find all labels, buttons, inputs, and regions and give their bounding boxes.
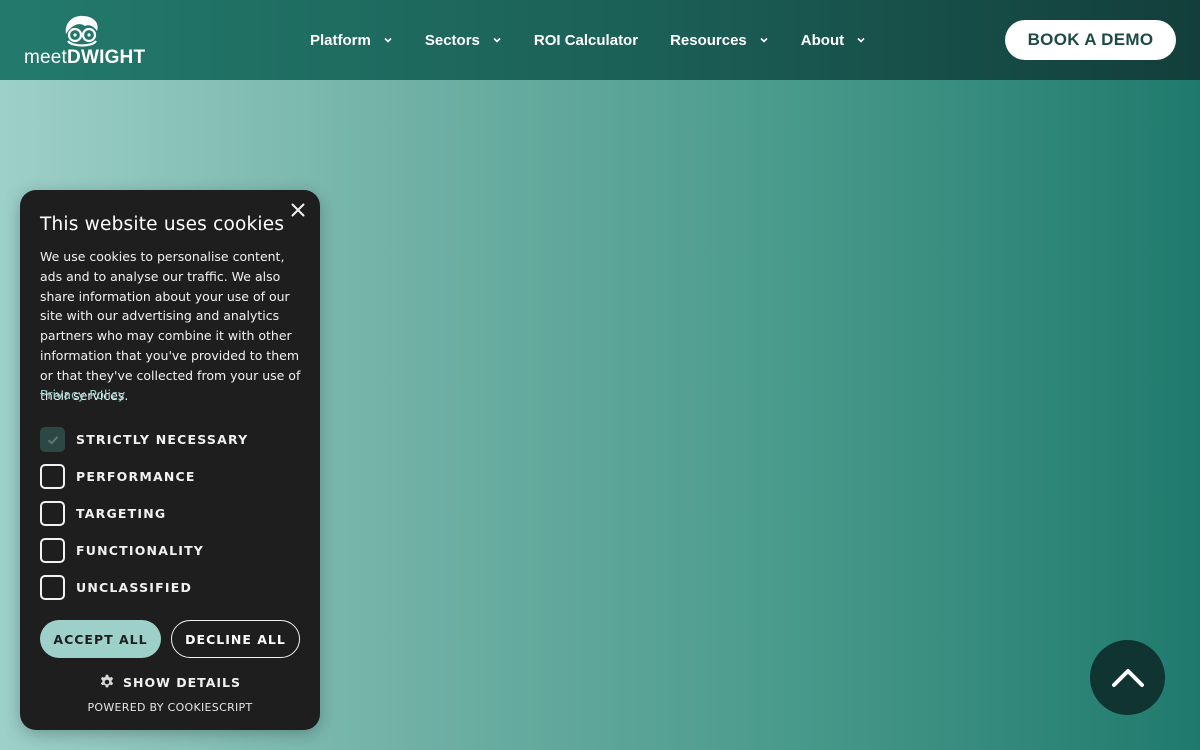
nav-item-resources[interactable]: Resources xyxy=(670,32,769,49)
site-header: meetDWIGHT Platform Sectors ROI Calculat… xyxy=(0,0,1200,80)
logo-prefix: meet xyxy=(24,47,68,68)
chevron-down-icon xyxy=(493,37,501,43)
nav-item-roi-calculator[interactable]: ROI Calculator xyxy=(534,32,638,49)
cookie-option-label: FUNCTIONALITY xyxy=(76,543,205,558)
nav-item-label: About xyxy=(800,31,845,49)
cookie-option-targeting[interactable]: TARGETING xyxy=(40,501,166,526)
powered-by-text[interactable]: POWERED BY COOKIESCRIPT xyxy=(20,701,320,714)
cookie-description: We use cookies to personalise content, a… xyxy=(40,249,301,403)
cookie-option-label: PERFORMANCE xyxy=(76,469,196,484)
nav-item-label: Platform xyxy=(310,31,371,49)
nav-item-about[interactable]: About xyxy=(801,32,866,49)
targeting-checkbox[interactable] xyxy=(40,501,65,526)
nav-item-label: Resources xyxy=(670,31,747,49)
strictly-necessary-checkbox[interactable] xyxy=(40,427,65,452)
nav-item-platform[interactable]: Platform xyxy=(310,32,393,49)
show-details-button[interactable]: SHOW DETAILS xyxy=(20,674,320,690)
nav-item-sectors[interactable]: Sectors xyxy=(425,32,502,49)
performance-checkbox[interactable] xyxy=(40,464,65,489)
main-nav: Platform Sectors ROI Calculator Resource… xyxy=(310,0,898,80)
cookie-title: This website uses cookies xyxy=(40,214,285,235)
nav-item-label: ROI Calculator xyxy=(533,31,639,49)
chevron-down-icon xyxy=(760,37,768,43)
privacy-policy-link[interactable]: Privacy Policy xyxy=(40,387,125,402)
show-details-label: SHOW DETAILS xyxy=(123,674,241,690)
cookie-option-unclassified[interactable]: UNCLASSIFIED xyxy=(40,575,192,600)
logo-brand: DWIGHT xyxy=(67,47,146,68)
nav-item-label: Sectors xyxy=(424,31,480,49)
cookie-option-label: TARGETING xyxy=(76,506,167,521)
logo-text: meetDWIGHT xyxy=(24,47,145,69)
logo[interactable]: meetDWIGHT xyxy=(24,14,145,68)
cookie-option-label: STRICTLY NECESSARY xyxy=(76,432,249,447)
checkmark-icon xyxy=(47,435,58,445)
chevron-up-icon xyxy=(1111,668,1144,687)
cookie-option-label: UNCLASSIFIED xyxy=(76,580,193,595)
cookie-banner: This website uses cookies We use cookies… xyxy=(20,190,320,730)
cookie-option-functionality[interactable]: FUNCTIONALITY xyxy=(40,538,204,563)
gear-icon xyxy=(100,674,114,688)
functionality-checkbox[interactable] xyxy=(40,538,65,563)
scroll-to-top-button[interactable] xyxy=(1090,640,1165,715)
unclassified-checkbox[interactable] xyxy=(40,575,65,600)
accept-all-button[interactable]: ACCEPT ALL xyxy=(40,620,161,658)
chevron-down-icon xyxy=(384,37,392,43)
decline-all-button[interactable]: DECLINE ALL xyxy=(171,620,300,658)
cookie-option-performance[interactable]: PERFORMANCE xyxy=(40,464,196,489)
book-demo-button[interactable]: BOOK A DEMO xyxy=(1005,20,1176,60)
close-icon[interactable] xyxy=(290,202,306,218)
cookie-option-strictly-necessary[interactable]: STRICTLY NECESSARY xyxy=(40,427,248,452)
dwight-face-icon xyxy=(65,15,98,47)
chevron-down-icon xyxy=(857,37,865,43)
